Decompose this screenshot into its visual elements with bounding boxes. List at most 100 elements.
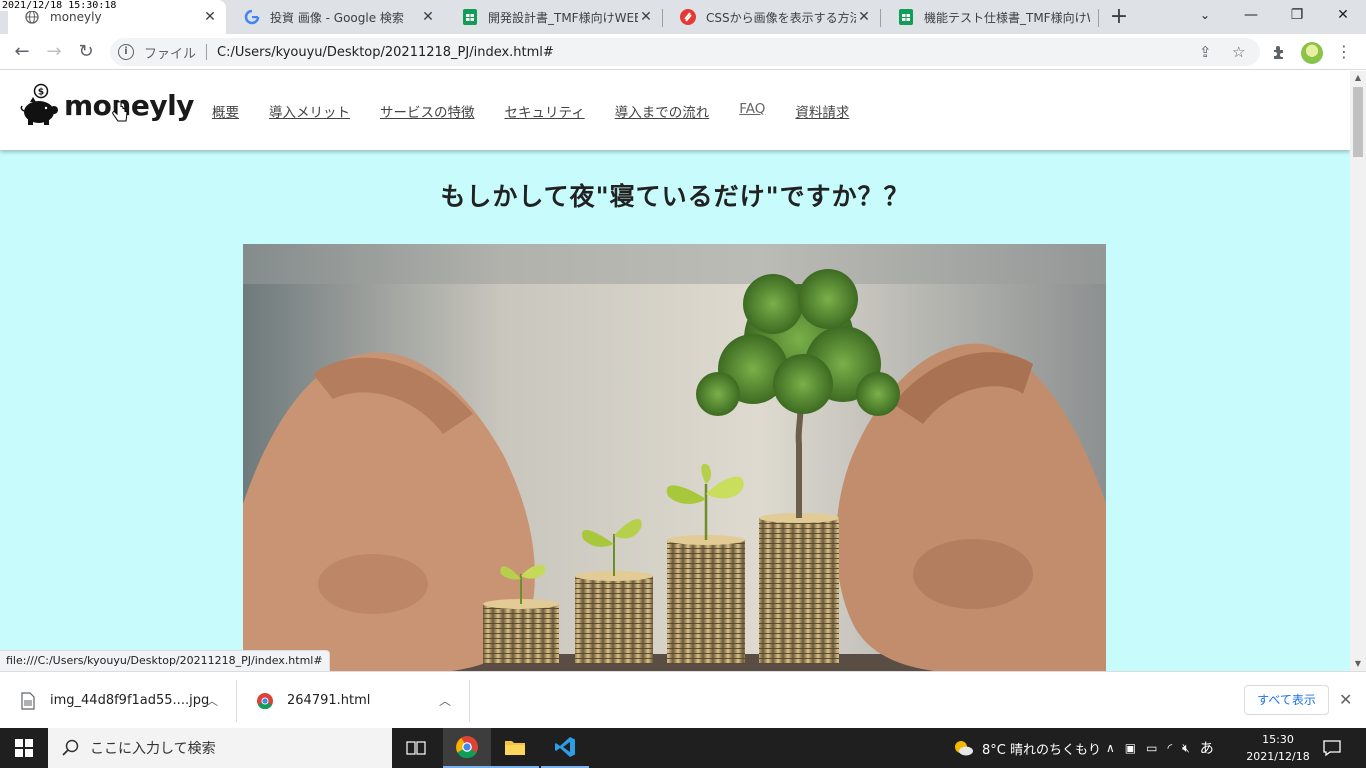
globe-icon (24, 9, 40, 25)
site-header: $ moneyly 概要 導入メリット サービスの特徴 セキュリティ 導入までの… (0, 71, 1350, 150)
back-button[interactable]: ← (8, 38, 36, 66)
scheme-label: ファイル (144, 46, 197, 62)
logo-text: moneyly (64, 88, 194, 122)
taskbar-clock[interactable]: 15:30 2021/12/18 (1244, 731, 1312, 765)
windows-logo-icon (15, 739, 33, 757)
download-item-jpg[interactable]: img_44d8f9f1ad55....jpg ︿ (0, 672, 236, 729)
nav-link-features[interactable]: サービスの特徴 (380, 101, 475, 121)
close-tab-icon[interactable]: ✕ (856, 9, 872, 25)
scroll-up-arrow[interactable]: ▲ (1350, 71, 1366, 85)
reload-button[interactable]: ↻ (72, 38, 100, 66)
nav-link-faq[interactable]: FAQ (739, 101, 765, 121)
file-icon (21, 691, 35, 710)
chrome-icon (257, 692, 273, 709)
scroll-down-arrow[interactable]: ▼ (1350, 657, 1366, 671)
tab-separator (662, 9, 663, 27)
sheets-icon (898, 9, 914, 25)
folder-icon (505, 741, 525, 755)
bookmark-star-icon[interactable]: ☆ (1232, 43, 1245, 61)
tab-title: moneyly (50, 10, 102, 24)
chevron-up-icon[interactable]: ︿ (206, 692, 218, 709)
tab-title: 機能テスト仕様書_TMF様向けW (924, 10, 1090, 25)
tab-design-doc[interactable]: 開発設計書_TMF様向けWEBサ ✕ (446, 0, 662, 34)
hand-cursor-icon (112, 101, 128, 122)
search-icon (62, 739, 79, 756)
show-hidden-icons-chevron-icon[interactable]: ∧ (1106, 741, 1115, 755)
profile-avatar[interactable] (1301, 42, 1323, 64)
tab-title: 投資 画像 - Google 検索 (270, 10, 404, 25)
close-downloads-icon[interactable]: ✕ (1339, 690, 1352, 709)
tab-separator (880, 9, 881, 27)
download-filename: img_44d8f9f1ad55....jpg (50, 693, 210, 708)
extensions-icon[interactable] (1265, 38, 1293, 66)
info-icon[interactable]: i (118, 44, 134, 60)
close-window-button[interactable]: ✕ (1320, 0, 1366, 34)
tab-google-search[interactable]: 投資 画像 - Google 検索 ✕ (228, 0, 444, 34)
close-tab-icon[interactable]: ✕ (420, 9, 436, 25)
chrome-icon (456, 736, 478, 758)
forward-button[interactable]: → (40, 38, 68, 66)
browser-toolbar: ← → ↻ i ファイル C:/Users/kyouyu/Desktop/202… (0, 34, 1366, 70)
weather-widget[interactable]: 8°C 晴れのちくもり (952, 728, 1101, 768)
tab-separator (1098, 9, 1099, 27)
battery-icon[interactable]: ▭ (1146, 741, 1157, 755)
page-viewport: $ moneyly 概要 導入メリット サービスの特徴 セキュリティ 導入までの… (0, 71, 1350, 671)
menu-icon[interactable]: ⋮ (1330, 38, 1358, 66)
download-separator (469, 680, 470, 722)
tray-icons: ∧ ▣ ▭ ◜ 🔇︎ あ (1106, 728, 1214, 768)
task-view-icon (406, 741, 426, 755)
clock-time: 15:30 (1262, 733, 1294, 746)
close-tab-icon[interactable]: ✕ (638, 9, 654, 25)
vscode-icon (555, 737, 575, 757)
start-button[interactable] (0, 728, 48, 768)
taskbar-file-explorer[interactable] (491, 728, 539, 768)
screenshot-timestamp: 2021/12/18 15:30:18 (0, 0, 119, 11)
hero-image (243, 244, 1106, 671)
minimize-button[interactable]: — (1228, 0, 1274, 34)
tab-test-spec[interactable]: 機能テスト仕様書_TMF様向けW (882, 0, 1098, 34)
chevron-up-icon[interactable]: ︿ (439, 692, 451, 709)
windows-taskbar: ここに入力して検索 8°C 晴れのちくもり ∧ ▣ ▭ ◜ 🔇︎ あ 15:30… (0, 728, 1366, 768)
notification-icon[interactable] (1322, 738, 1342, 758)
address-bar[interactable]: i ファイル C:/Users/kyouyu/Desktop/20211218_… (110, 38, 1260, 66)
site-logo[interactable]: $ moneyly (20, 83, 194, 127)
share-icon[interactable]: ⇪ (1199, 43, 1212, 61)
nav-link-request-docs[interactable]: 資料請求 (795, 101, 849, 121)
omnibox-divider (206, 44, 208, 60)
weather-text: 8°C 晴れのちくもり (982, 742, 1101, 758)
google-icon (244, 9, 260, 25)
scrollbar-thumb[interactable] (1353, 87, 1363, 157)
close-tab-icon[interactable]: ✕ (202, 9, 218, 25)
search-placeholder: ここに入力して検索 (90, 741, 216, 757)
url-text[interactable]: C:/Users/kyouyu/Desktop/20211218_PJ/inde… (217, 45, 554, 60)
nav-link-overview[interactable]: 概要 (212, 101, 239, 121)
network-icon[interactable]: ◜ (1167, 741, 1172, 755)
ime-indicator[interactable]: あ (1200, 738, 1214, 758)
taskbar-chrome[interactable] (443, 728, 491, 768)
weather-icon (955, 741, 973, 756)
download-filename: 264791.html (287, 693, 371, 708)
tab-search-button[interactable]: ⌄ (1182, 0, 1228, 34)
clock-date: 2021/12/18 (1246, 750, 1310, 763)
show-all-downloads-button[interactable]: すべて表示 (1244, 685, 1329, 715)
nav-link-merits[interactable]: 導入メリット (269, 101, 350, 121)
piggy-bank-icon: $ (20, 83, 58, 125)
hero-title: もしかして夜"寝ているだけ"ですか？？ (440, 182, 910, 211)
taskbar-search[interactable]: ここに入力して検索 (48, 728, 392, 768)
new-tab-button[interactable]: + (1107, 6, 1131, 30)
site-nav: 概要 導入メリット サービスの特徴 セキュリティ 導入までの流れ FAQ 資料請… (212, 101, 879, 121)
task-view-button[interactable] (392, 728, 440, 768)
nav-link-flow[interactable]: 導入までの流れ (615, 101, 710, 121)
taskbar-vscode[interactable] (541, 728, 589, 768)
page-scrollbar[interactable]: ▲ ▼ (1350, 71, 1366, 671)
nav-link-security[interactable]: セキュリティ (505, 101, 585, 121)
tab-strip: moneyly ✕ 投資 画像 - Google 検索 ✕ 開発設計書_TMF様… (0, 0, 1366, 34)
meet-now-icon[interactable]: ▣ (1125, 741, 1136, 755)
tab-css-article[interactable]: CSSから画像を表示する方法とは ✕ (664, 0, 880, 34)
volume-muted-icon[interactable]: 🔇︎ (1182, 741, 1190, 756)
download-item-html[interactable]: 264791.html ︿ (237, 672, 469, 729)
downloads-bar: img_44d8f9f1ad55....jpg ︿ 264791.html ︿ … (0, 671, 1366, 728)
site-icon (680, 9, 696, 25)
tab-title: CSSから画像を表示する方法とは (706, 10, 856, 25)
restore-button[interactable]: ❐ (1274, 0, 1320, 34)
